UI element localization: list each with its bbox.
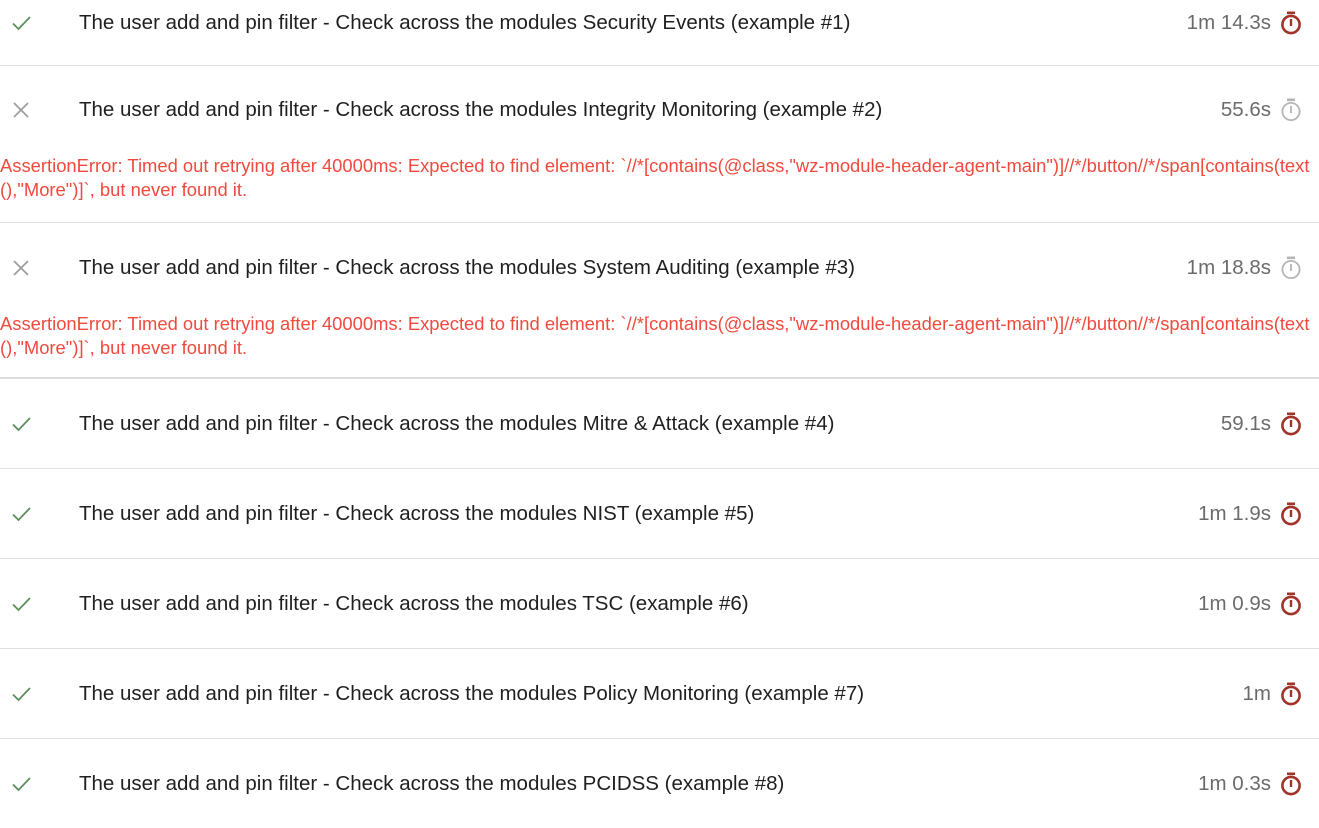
test-title: The user add and pin filter - Check acro…: [79, 501, 755, 525]
stopwatch-icon: [1279, 411, 1303, 437]
test-row[interactable]: The user add and pin filter - Check acro…: [0, 469, 1319, 558]
test-row[interactable]: The user add and pin filter - Check acro…: [0, 379, 1319, 468]
test-item[interactable]: The user add and pin filter - Check acro…: [0, 649, 1319, 739]
test-row[interactable]: The user add and pin filter - Check acro…: [0, 0, 1319, 45]
check-icon: [9, 682, 33, 706]
check-icon: [9, 11, 33, 35]
test-row[interactable]: The user add and pin filter - Check acro…: [0, 739, 1319, 828]
cross-icon: [9, 256, 33, 280]
test-duration: 55.6s: [1220, 98, 1271, 121]
stopwatch-icon: [1279, 255, 1303, 281]
check-icon: [9, 412, 33, 436]
error-message: AssertionError: Timed out retrying after…: [0, 313, 1310, 358]
test-title: The user add and pin filter - Check acro…: [79, 771, 785, 795]
test-title: The user add and pin filter - Check acro…: [79, 681, 865, 705]
stopwatch-icon: [1279, 771, 1303, 797]
test-results-list: The user add and pin filter - Check acro…: [0, 0, 1319, 828]
test-item[interactable]: The user add and pin filter - Check acro…: [0, 379, 1319, 469]
test-duration: 1m 0.3s: [1198, 771, 1271, 795]
test-title: The user add and pin filter - Check acro…: [79, 255, 855, 279]
test-duration: 1m 18.8s: [1186, 255, 1271, 279]
test-item[interactable]: The user add and pin filter - Check acro…: [0, 0, 1319, 66]
stopwatch-icon: [1279, 681, 1303, 707]
test-duration: 1m 1.9s: [1198, 501, 1271, 525]
test-duration: 1m 0.9s: [1198, 591, 1271, 615]
test-title: The user add and pin filter - Check acro…: [79, 98, 883, 121]
test-row[interactable]: The user add and pin filter - Check acro…: [0, 66, 1319, 154]
test-title: The user add and pin filter - Check acro…: [79, 591, 749, 615]
test-duration: 1m: [1242, 681, 1271, 705]
test-duration: 59.1s: [1220, 411, 1271, 435]
check-icon: [9, 772, 33, 796]
test-item[interactable]: The user add and pin filter - Check acro…: [0, 559, 1319, 649]
test-title: The user add and pin filter - Check acro…: [79, 411, 835, 435]
stopwatch-icon: [1279, 591, 1303, 617]
test-row[interactable]: The user add and pin filter - Check acro…: [0, 559, 1319, 648]
test-item[interactable]: The user add and pin filter - Check acro…: [0, 739, 1319, 828]
cross-icon: [9, 98, 33, 122]
check-icon: [9, 592, 33, 616]
test-item[interactable]: The user add and pin filter - Check acro…: [0, 469, 1319, 559]
test-row[interactable]: The user add and pin filter - Check acro…: [0, 223, 1319, 312]
check-icon: [9, 502, 33, 526]
error-message: AssertionError: Timed out retrying after…: [0, 155, 1310, 200]
test-duration: 1m 14.3s: [1186, 10, 1271, 34]
test-item[interactable]: The user add and pin filter - Check acro…: [0, 66, 1319, 223]
stopwatch-icon: [1279, 97, 1303, 123]
stopwatch-icon: [1279, 10, 1303, 36]
test-item[interactable]: The user add and pin filter - Check acro…: [0, 223, 1319, 379]
test-row[interactable]: The user add and pin filter - Check acro…: [0, 649, 1319, 738]
stopwatch-icon: [1279, 501, 1303, 527]
test-title: The user add and pin filter - Check acro…: [79, 10, 851, 34]
